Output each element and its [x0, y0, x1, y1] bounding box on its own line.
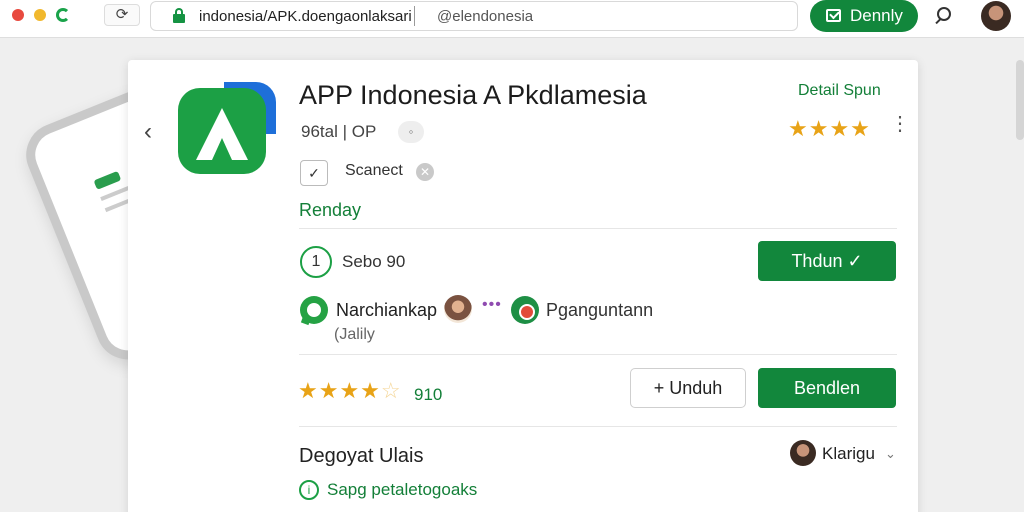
user-avatar[interactable]	[981, 1, 1011, 31]
reviews-link[interactable]: Sapg petaletogoaks	[327, 480, 477, 500]
top-download-label: Dennly	[850, 6, 903, 25]
rating-count: 910	[414, 385, 443, 404]
primary-action-button[interactable]: Thdun ✓	[758, 241, 896, 281]
reviews-title: Degoyat Ulais	[299, 445, 424, 467]
version-text: Sebo 90	[342, 252, 406, 271]
stars-filled: ★★★★	[298, 378, 381, 403]
detail-link[interactable]: Detail Spun	[798, 82, 881, 100]
app-meta: 96tal | OP	[301, 122, 377, 141]
app-logo-icon	[178, 82, 276, 174]
developer-avatar[interactable]	[444, 295, 472, 323]
star-empty-icon: ☆	[380, 378, 402, 403]
url-secondary-text[interactable]: @elendonesia	[437, 8, 533, 25]
close-window-dot[interactable]	[12, 9, 24, 21]
divider	[299, 354, 897, 355]
partner-name[interactable]: Pganguntann	[546, 300, 653, 321]
divider	[299, 426, 897, 427]
reviewer-avatar[interactable]	[790, 440, 816, 466]
dismiss-icon[interactable]: ✕	[416, 163, 434, 181]
meta-badge[interactable]: ◦	[398, 121, 424, 143]
developer-subtitle: (Jalily	[334, 326, 375, 343]
lock-icon	[173, 8, 185, 23]
search-icon[interactable]	[934, 7, 954, 27]
more-dots-icon: •••	[482, 296, 502, 313]
secondary-action-button[interactable]: Bendlen	[758, 368, 896, 408]
security-shield-icon: ✓	[300, 160, 328, 186]
chevron-down-icon[interactable]: ⌄	[885, 446, 896, 462]
version-badge: 1	[300, 246, 332, 278]
partner-icon	[511, 296, 539, 324]
security-label: Scanect	[345, 162, 403, 179]
more-options-icon[interactable]: ⋮	[890, 114, 910, 134]
scrollbar[interactable]	[1016, 60, 1024, 140]
top-download-button[interactable]: Dennly	[810, 0, 918, 32]
browser-toolbar: ⟳ indonesia/APK.doengaonlaksari @elendon…	[0, 0, 1024, 38]
whatsapp-icon	[300, 296, 328, 324]
url-text[interactable]: indonesia/APK.doengaonlaksari	[199, 8, 412, 25]
checkbox-icon	[826, 9, 841, 22]
refresh-green-icon[interactable]	[56, 8, 70, 22]
url-divider	[414, 6, 415, 26]
info-circle-icon: i	[299, 480, 319, 500]
divider	[299, 228, 897, 229]
rating-stars-top: ★★★★	[788, 116, 871, 141]
unduh-button[interactable]: + Unduh	[630, 368, 746, 408]
app-detail-card: ‹ APP Indonesia A Pkdlamesia Detail Spun…	[128, 60, 918, 512]
developer-name[interactable]: Narchiankap	[336, 300, 437, 321]
app-title: APP Indonesia A Pkdlamesia	[299, 80, 647, 110]
back-chevron-icon[interactable]: ‹	[144, 118, 152, 146]
reviews-language-select[interactable]: Klarigu	[822, 444, 875, 464]
reload-icon[interactable]: ⟳	[104, 4, 140, 26]
minimize-window-dot[interactable]	[34, 9, 46, 21]
address-bar[interactable]: indonesia/APK.doengaonlaksari @elendones…	[150, 1, 798, 31]
section-link[interactable]: Renday	[299, 200, 361, 221]
rating-stars: ★★★★☆	[298, 378, 402, 404]
